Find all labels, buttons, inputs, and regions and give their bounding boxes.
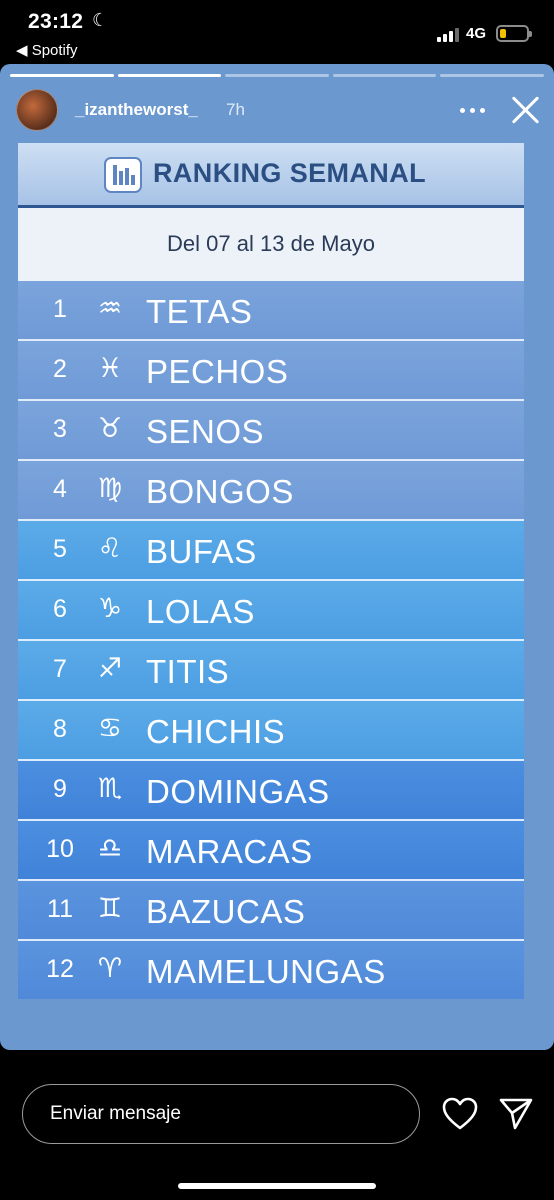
ranking-title: RANKING SEMANAL [153, 158, 426, 188]
rank-name: BUFAS [146, 533, 257, 570]
rank-number: 8 [53, 715, 67, 743]
rank-number: 11 [47, 895, 73, 923]
rank-number: 1 [53, 295, 67, 323]
progress-segment [440, 74, 544, 77]
story-card[interactable]: _izantheworst_ 7h RANKING SEMANAL Del 07… [0, 64, 554, 1050]
rank-name: TETAS [146, 293, 253, 330]
zodiac-icon: ♉ [97, 413, 123, 444]
rank-name: DOMINGAS [146, 773, 330, 810]
zodiac-icon: ♑ [97, 593, 123, 624]
list-item: 4 ♍ BONGOS [18, 461, 524, 521]
zodiac-icon: ♊ [97, 893, 123, 924]
bar-chart-icon [104, 157, 142, 193]
avatar[interactable] [16, 89, 58, 131]
rank-name: PECHOS [146, 353, 289, 390]
zodiac-icon: ♌ [97, 533, 123, 564]
network-type: 4G [466, 25, 487, 42]
back-to-app-link[interactable]: ◀ Spotify [16, 41, 78, 59]
list-item: 8 ♋ CHICHIS [18, 701, 524, 761]
status-time: 23:12 [28, 10, 84, 33]
list-item: 6 ♑ LOLAS [18, 581, 524, 641]
progress-segment [117, 74, 222, 77]
battery-icon [496, 25, 532, 42]
rank-number: 6 [53, 595, 67, 623]
heart-icon[interactable] [442, 1097, 478, 1131]
list-item: 3 ♉ SENOS [18, 401, 524, 461]
rank-name: LOLAS [146, 593, 255, 630]
zodiac-icon: ♏ [97, 773, 123, 804]
zodiac-icon: ♍ [97, 473, 123, 504]
do-not-disturb-icon: ☾ [92, 10, 109, 30]
rank-name: SENOS [146, 413, 265, 450]
rank-number: 5 [53, 535, 67, 563]
rank-name: CHICHIS [146, 713, 286, 750]
zodiac-icon: ♓ [97, 353, 123, 384]
list-item: 9 ♏ DOMINGAS [18, 761, 524, 821]
list-item: 2 ♓ PECHOS [18, 341, 524, 401]
ranking-image: RANKING SEMANAL Del 07 al 13 de Mayo 1 ♒ T… [18, 143, 524, 999]
more-icon[interactable] [460, 108, 485, 113]
list-item: 1 ♒ TETAS [18, 281, 524, 341]
progress-segment [332, 74, 437, 77]
list-item: 12 ♈ MAMELUNGAS [18, 941, 524, 999]
status-bar: 23:12 ☾ ◀ Spotify 4G [0, 0, 554, 64]
progress-segment [10, 74, 114, 77]
rank-number: 3 [53, 415, 67, 443]
rank-name: MARACAS [146, 833, 313, 870]
rank-number: 2 [53, 355, 67, 383]
rank-number: 12 [46, 955, 74, 983]
rank-number: 7 [53, 655, 67, 683]
close-icon[interactable] [510, 94, 542, 126]
rank-name: TITIS [146, 653, 230, 690]
rank-number: 10 [46, 835, 74, 863]
rank-name: MAMELUNGAS [146, 953, 386, 990]
message-input[interactable]: Enviar mensaje [22, 1084, 420, 1144]
rank-name: BAZUCAS [146, 893, 306, 930]
zodiac-icon: ♎ [97, 833, 123, 864]
list-item: 11 ♊ BAZUCAS [18, 881, 524, 941]
signal-icon [437, 28, 459, 42]
progress-segment [225, 74, 329, 77]
zodiac-icon: ♈ [97, 953, 123, 984]
story-timestamp: 7h [226, 100, 245, 119]
story-username[interactable]: _izantheworst_ [75, 100, 198, 120]
list-item: 7 ♐ TITIS [18, 641, 524, 701]
home-indicator[interactable] [178, 1183, 376, 1189]
zodiac-icon: ♐ [97, 653, 123, 684]
list-item: 10 ♎ MARACAS [18, 821, 524, 881]
list-item: 5 ♌ BUFAS [18, 521, 524, 581]
rank-name: BONGOS [146, 473, 294, 510]
ranking-list: 1 ♒ TETAS 2 ♓ PECHOS 3 ♉ SENOS 4 ♍ BONGOS 5 ♌ BUFAS 6 ♑ L… [18, 281, 524, 999]
ranking-date-range: Del 07 al 13 de Mayo [18, 208, 524, 281]
message-placeholder: Enviar mensaje [50, 1103, 181, 1124]
zodiac-icon: ♋ [97, 713, 123, 744]
send-icon[interactable] [498, 1097, 534, 1131]
zodiac-icon: ♒ [97, 293, 123, 324]
rank-number: 9 [53, 775, 67, 803]
ranking-header: RANKING SEMANAL [18, 143, 524, 206]
story-progress [10, 74, 544, 77]
rank-number: 4 [53, 475, 67, 503]
